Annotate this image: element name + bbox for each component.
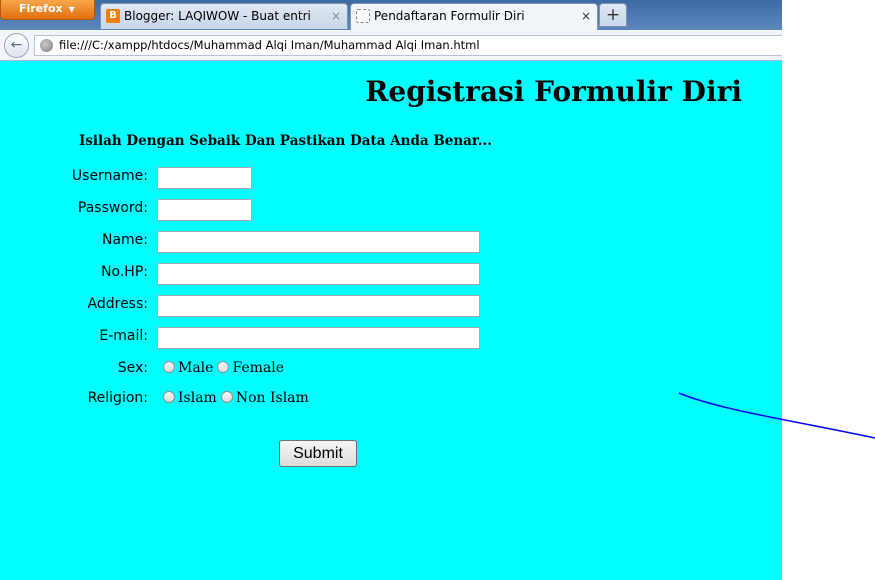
address-bar[interactable]: file:///C:/xampp/htdocs/Muhammad Alqi Im… bbox=[34, 35, 782, 56]
address-label: Address: bbox=[87, 296, 148, 312]
firefox-menu-label: Firefox bbox=[19, 2, 63, 15]
username-label: Username: bbox=[71, 168, 148, 184]
chevron-down-icon: ▼ bbox=[68, 5, 75, 14]
password-input[interactable] bbox=[157, 199, 252, 221]
navigation-bar: ← file:///C:/xampp/htdocs/Muhammad Alqi … bbox=[0, 30, 782, 61]
firefox-menu-button[interactable]: Firefox ▼ bbox=[0, 0, 95, 20]
religion-radio-group: Islam Non Islam bbox=[163, 390, 313, 406]
close-icon[interactable]: × bbox=[581, 4, 591, 28]
blank-page-icon bbox=[356, 9, 370, 23]
tab-pendaftaran[interactable]: Pendaftaran Formulir Diri × bbox=[350, 3, 598, 31]
sex-radio-group: Male Female bbox=[163, 360, 288, 376]
islam-radio-label: Islam bbox=[178, 390, 217, 406]
page-title: Registrasi Formulir Diri bbox=[365, 75, 742, 108]
non-islam-radio[interactable] bbox=[220, 391, 233, 403]
tab-blogger[interactable]: B Blogger: LAQIWOW - Buat entri × bbox=[100, 3, 348, 29]
blogger-icon: B bbox=[106, 9, 120, 23]
globe-icon bbox=[40, 39, 53, 52]
email-label: E-mail: bbox=[99, 328, 148, 344]
name-input[interactable] bbox=[157, 231, 480, 253]
phone-label: No.HP: bbox=[101, 264, 148, 280]
religion-label: Religion: bbox=[87, 390, 148, 406]
username-input[interactable] bbox=[157, 167, 252, 189]
phone-input[interactable] bbox=[157, 263, 480, 285]
page-content: Registrasi Formulir Diri Isilah Dengan S… bbox=[0, 61, 782, 580]
name-label: Name: bbox=[101, 232, 148, 248]
desktop-background bbox=[782, 0, 875, 580]
email-input[interactable] bbox=[157, 327, 480, 349]
female-radio-label: Female bbox=[232, 360, 285, 376]
back-button[interactable]: ← bbox=[4, 33, 29, 58]
female-radio[interactable] bbox=[217, 361, 230, 373]
password-label: Password: bbox=[77, 200, 148, 216]
islam-radio[interactable] bbox=[163, 391, 175, 403]
address-input[interactable] bbox=[157, 295, 480, 317]
male-radio-label: Male bbox=[178, 360, 214, 376]
submit-button[interactable]: Submit bbox=[279, 440, 357, 467]
male-radio[interactable] bbox=[163, 361, 175, 373]
tab-title: Pendaftaran Formulir Diri bbox=[374, 9, 525, 23]
tab-strip: Firefox ▼ B Blogger: LAQIWOW - Buat entri… bbox=[0, 0, 782, 31]
tab-title: Blogger: LAQIWOW - Buat entri bbox=[124, 9, 311, 23]
sex-label: Sex: bbox=[117, 360, 148, 376]
address-text: file:///C:/xampp/htdocs/Muhammad Alqi Im… bbox=[59, 38, 480, 52]
close-icon[interactable]: × bbox=[331, 4, 341, 28]
non-islam-radio-label: Non Islam bbox=[235, 390, 309, 406]
new-tab-button[interactable]: + bbox=[599, 3, 627, 27]
instruction-text: Isilah Dengan Sebaik Dan Pastikan Data A… bbox=[79, 133, 492, 149]
back-arrow-icon: ← bbox=[10, 37, 23, 53]
